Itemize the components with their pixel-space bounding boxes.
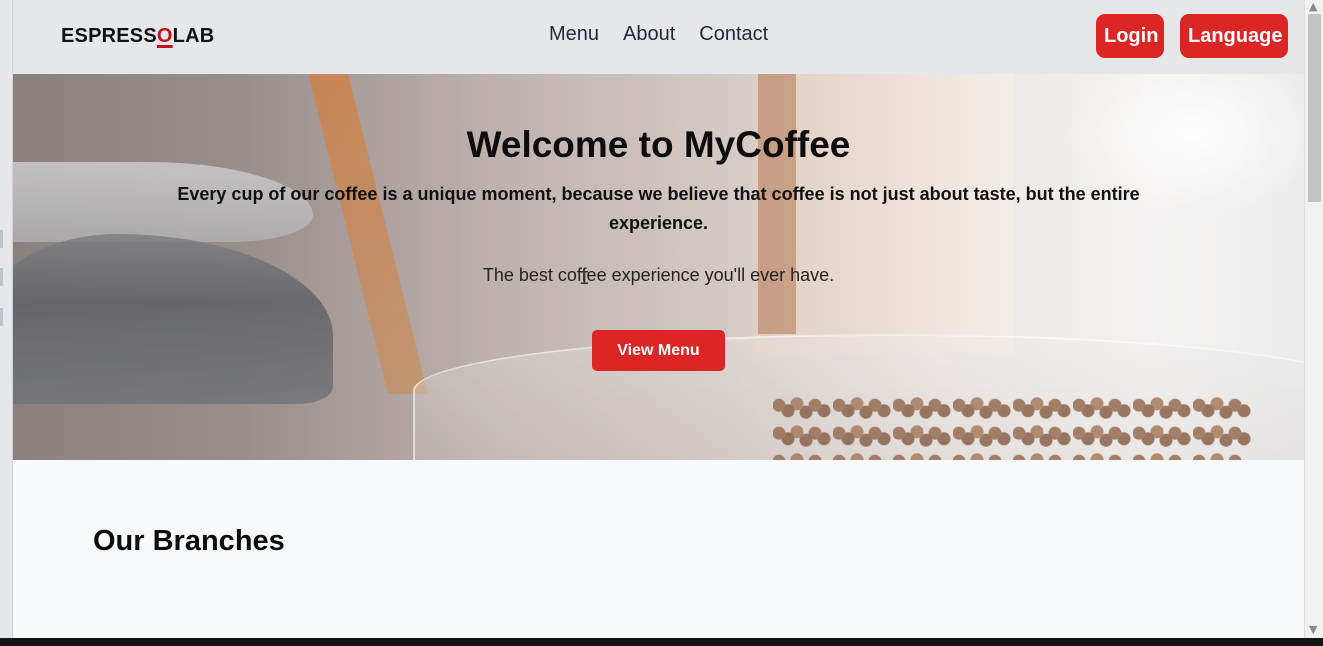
brand-text-end: LAB <box>172 25 215 47</box>
edge-notch <box>0 268 3 286</box>
brand-text-o: O <box>156 25 173 47</box>
view-menu-button[interactable]: View Menu <box>592 330 725 371</box>
vertical-scrollbar[interactable]: ▲ ▼ <box>1304 0 1323 638</box>
edge-notch <box>0 308 3 326</box>
nav-link-contact[interactable]: Contact <box>699 23 768 46</box>
page-viewport: ESPRESSOLAB Menu About Contact Login Lan… <box>13 0 1304 638</box>
hero-tagline: The best coffee experience you'll ever h… <box>482 265 835 285</box>
scroll-up-icon[interactable]: ▲ <box>1309 0 1317 13</box>
hero-section: Welcome to MyCoffee Every cup of our cof… <box>13 74 1304 460</box>
scrollbar-thumb[interactable] <box>1308 14 1321 202</box>
navbar: ESPRESSOLAB Menu About Contact Login Lan… <box>13 0 1304 74</box>
edge-notch <box>0 230 3 248</box>
nav-link-menu[interactable]: Menu <box>549 23 599 46</box>
text-cursor-icon: I <box>579 268 590 289</box>
window-left-edge <box>0 0 13 638</box>
window-bottom-edge <box>0 638 1323 646</box>
nav-links: Menu About Contact <box>549 23 768 46</box>
hero-subtitle: Every cup of our coffee is a unique mome… <box>177 184 1140 233</box>
scroll-down-icon[interactable]: ▼ <box>1309 623 1317 636</box>
language-button[interactable]: Language <box>1180 14 1288 58</box>
brand-logo[interactable]: ESPRESSOLAB <box>61 25 214 48</box>
hero-title: Welcome to MyCoffee <box>466 124 851 165</box>
login-button[interactable]: Login <box>1096 14 1164 58</box>
nav-link-about[interactable]: About <box>623 23 675 46</box>
branches-heading: Our Branches <box>93 525 285 557</box>
brand-text-start: ESPRESS <box>61 25 157 47</box>
